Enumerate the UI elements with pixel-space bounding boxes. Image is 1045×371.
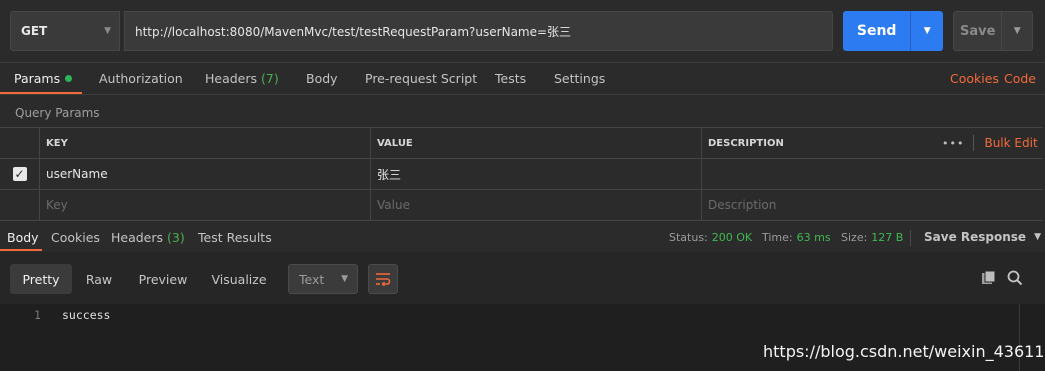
- response-tab-test-results[interactable]: Test Results: [198, 226, 272, 248]
- response-tab-underline: [0, 249, 42, 251]
- tab-settings-label: Settings: [554, 70, 606, 86]
- url-text: http://localhost:8080/MavenMvc/test/test…: [135, 24, 572, 39]
- tab-settings[interactable]: Settings: [554, 63, 605, 93]
- column-value: VALUE: [371, 128, 702, 159]
- tab-prerequest-label: Pre-request Script: [365, 70, 478, 86]
- params-table: KEY VALUE DESCRIPTION ••• Bulk Edit ✓ us…: [0, 127, 1043, 221]
- column-key: KEY: [40, 128, 371, 159]
- send-label: Send: [856, 23, 897, 39]
- table-header-check: [0, 128, 40, 159]
- view-raw-label: Raw: [85, 271, 113, 287]
- view-pretty-label: Pretty: [22, 271, 60, 287]
- method-label: GET: [21, 24, 48, 38]
- code-link-label: Code: [1004, 70, 1037, 86]
- size-value: 127 B: [871, 230, 904, 244]
- size-label: Size:: [841, 230, 868, 244]
- tab-headers[interactable]: Headers (7): [205, 63, 279, 93]
- wrap-lines-icon: [376, 273, 391, 286]
- row-checkbox-cell: [0, 190, 40, 221]
- time-value: 63 ms: [796, 230, 831, 244]
- tab-prerequest-script[interactable]: Pre-request Script: [365, 63, 477, 93]
- view-visualize-label: Visualize: [211, 271, 267, 287]
- view-preview-label: Preview: [138, 271, 188, 287]
- format-select-label: Text: [299, 271, 325, 287]
- response-status: Status: 200 OK: [669, 226, 752, 248]
- chevron-down-icon: ▼: [1034, 232, 1041, 242]
- tab-authorization[interactable]: Authorization: [99, 63, 183, 93]
- column-description: DESCRIPTION: [702, 128, 932, 159]
- save-response-label: Save Response: [924, 230, 1027, 244]
- response-headers-count: (3): [167, 229, 185, 245]
- tab-params-label: Params: [14, 70, 61, 86]
- format-select[interactable]: Text ▼: [288, 264, 358, 294]
- save-button[interactable]: Save ▼: [953, 11, 1033, 51]
- save-label: Save: [959, 23, 996, 39]
- method-select[interactable]: GET ▼: [10, 11, 120, 51]
- wrap-lines-button[interactable]: [368, 264, 398, 294]
- save-response-button[interactable]: Save Response ▼: [924, 226, 1041, 248]
- chevron-down-icon: ▼: [341, 274, 348, 284]
- table-header-actions: ••• Bulk Edit: [932, 128, 1043, 159]
- status-value: 200 OK: [711, 230, 753, 244]
- url-input[interactable]: http://localhost:8080/MavenMvc/test/test…: [124, 11, 833, 51]
- response-tab-cookies-label: Cookies: [51, 229, 100, 245]
- query-params-title: Query Params: [15, 106, 100, 120]
- param-value[interactable]: 张三: [371, 159, 702, 190]
- divider: [0, 94, 1045, 95]
- new-value-input[interactable]: Value: [371, 190, 702, 221]
- response-tab-headers[interactable]: Headers (3): [111, 226, 185, 248]
- watermark: https://blog.csdn.net/weixin_43611145: [763, 342, 1045, 361]
- code-link[interactable]: Code: [1004, 63, 1036, 93]
- response-tab-body-label: Body: [7, 229, 39, 245]
- divider: [973, 135, 975, 151]
- response-tab-headers-label: Headers: [111, 229, 164, 245]
- cookies-link-label: Cookies: [950, 70, 999, 86]
- line-number: 1: [34, 308, 41, 322]
- view-raw-button[interactable]: Raw: [78, 264, 120, 294]
- response-tab-cookies[interactable]: Cookies: [51, 226, 100, 248]
- divider: [910, 230, 911, 246]
- view-pretty-button[interactable]: Pretty: [10, 264, 72, 294]
- view-preview-button[interactable]: Preview: [130, 264, 196, 294]
- param-description[interactable]: [702, 159, 1043, 190]
- tab-tests[interactable]: Tests: [495, 63, 526, 93]
- more-options-icon[interactable]: •••: [942, 137, 964, 150]
- response-size: Size: 127 B: [841, 226, 903, 248]
- save-dropdown-icon[interactable]: ▼: [1001, 12, 1032, 50]
- response-time: Time: 63 ms: [762, 226, 831, 248]
- status-label: Status:: [669, 230, 708, 244]
- row-checkbox-cell: ✓: [0, 159, 40, 190]
- tab-headers-label: Headers: [205, 70, 258, 86]
- time-label: Time:: [762, 230, 793, 244]
- send-dropdown-icon[interactable]: ▼: [910, 11, 943, 51]
- tab-body[interactable]: Body: [306, 63, 338, 93]
- response-tab-body[interactable]: Body: [7, 226, 39, 248]
- chevron-down-icon: ▼: [104, 26, 111, 36]
- search-icon[interactable]: [1007, 270, 1023, 289]
- new-description-input[interactable]: Description: [702, 190, 1043, 221]
- copy-icon[interactable]: [981, 270, 997, 289]
- response-tab-test-results-label: Test Results: [198, 229, 272, 245]
- tab-authorization-label: Authorization: [99, 70, 183, 86]
- param-key[interactable]: userName: [40, 159, 371, 190]
- new-key-input[interactable]: Key: [40, 190, 371, 221]
- checkbox-checked-icon[interactable]: ✓: [12, 167, 27, 181]
- headers-count: (7): [261, 70, 279, 86]
- tab-body-label: Body: [306, 70, 338, 86]
- send-button[interactable]: Send ▼: [843, 11, 943, 51]
- bulk-edit-link[interactable]: Bulk Edit: [984, 136, 1037, 150]
- params-dot-icon: [65, 74, 73, 82]
- tab-params[interactable]: Params: [14, 63, 73, 93]
- cookies-link[interactable]: Cookies: [950, 63, 999, 93]
- tab-tests-label: Tests: [495, 70, 527, 86]
- code-line: success: [62, 308, 111, 322]
- view-visualize-button[interactable]: Visualize: [206, 264, 272, 294]
